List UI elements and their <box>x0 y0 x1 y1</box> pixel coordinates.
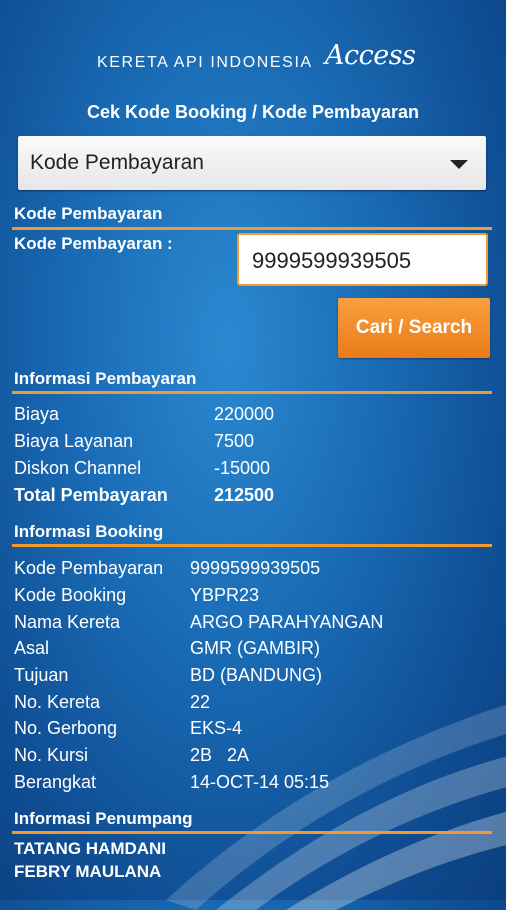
search-button[interactable]: Cari / Search <box>338 298 490 358</box>
booking-section-title: Informasi Booking <box>14 522 164 541</box>
payment-row-value: 220000 <box>214 404 275 424</box>
passenger-name: FEBRY MAULANA <box>14 862 162 881</box>
booking-row-label: Berangkat <box>14 772 97 792</box>
payment-code-input[interactable]: 9999599939505 <box>237 233 488 286</box>
payment-total-value: 212500 <box>214 485 275 505</box>
booking-row-label: Kode Booking <box>14 585 127 605</box>
payment-row-label: Biaya Layanan <box>14 431 134 451</box>
payment-row-label: Biaya <box>14 404 60 424</box>
booking-row-value: YBPR23 <box>190 585 260 605</box>
page-title: Cek Kode Booking / Kode Pembayaran <box>86 102 420 122</box>
passenger-section-title: Informasi Penumpang <box>14 809 193 828</box>
booking-row-label: Nama Kereta <box>14 612 121 632</box>
booking-row-value: 2B 2A <box>190 745 250 765</box>
payment-total-label: Total Pembayaran <box>14 485 168 505</box>
payment-section-title: Informasi Pembayaran <box>14 369 197 388</box>
booking-row-value: EKS-4 <box>190 718 243 738</box>
booking-row-label: Kode Pembayaran <box>14 558 164 578</box>
section-divider <box>12 544 492 547</box>
section-divider <box>12 391 492 394</box>
brand-access: Access <box>325 40 416 71</box>
brand-text: KERETA API INDONESIA <box>97 54 313 71</box>
passenger-name: TATANG HAMDANI <box>14 839 167 858</box>
payment-row-value: -15000 <box>214 458 271 478</box>
booking-row-value: BD (BANDUNG) <box>190 665 323 685</box>
booking-row-value: 14-OCT-14 05:15 <box>190 772 330 792</box>
section-divider <box>12 227 492 230</box>
booking-row-value: GMR (GAMBIR) <box>190 638 320 658</box>
payment-row-label: Diskon Channel <box>14 458 142 478</box>
payment-code-label: Kode Pembayaran : <box>14 234 173 253</box>
search-section-title: Kode Pembayaran <box>14 204 163 223</box>
booking-row-label: Tujuan <box>14 665 69 685</box>
section-divider <box>12 831 492 834</box>
booking-row-label: Asal <box>14 638 50 658</box>
booking-row-value: 22 <box>190 692 211 712</box>
dropdown-caret-icon <box>450 160 468 169</box>
search-type-value: Kode Pembayaran <box>30 151 204 174</box>
search-type-select[interactable]: Kode Pembayaran <box>18 136 486 190</box>
booking-row-label: No. Gerbong <box>14 718 118 738</box>
brand-logo: KERETA API INDONESIA Access <box>0 40 506 80</box>
payment-row-value: 7500 <box>214 431 255 451</box>
booking-row-value: ARGO PARAHYANGAN <box>190 612 384 632</box>
booking-row-value: 9999599939505 <box>190 558 321 578</box>
booking-row-label: No. Kereta <box>14 692 101 712</box>
booking-row-label: No. Kursi <box>14 745 89 765</box>
